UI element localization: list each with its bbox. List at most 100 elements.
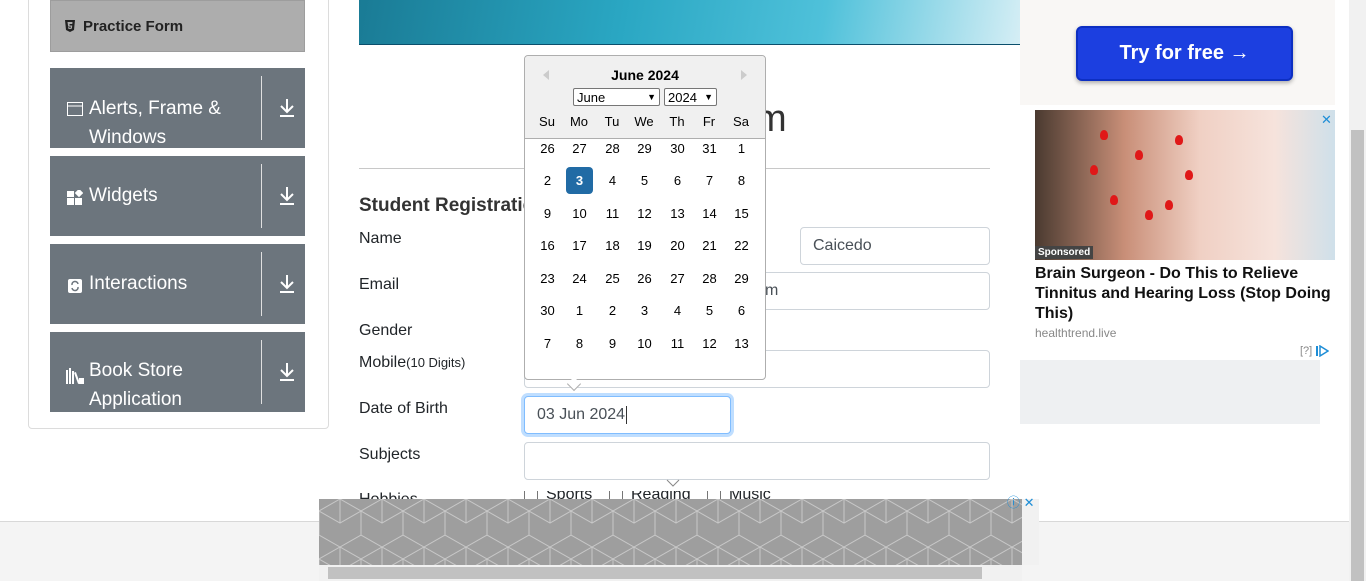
- download-icon[interactable]: [276, 184, 298, 208]
- calendar-day[interactable]: 17: [566, 232, 593, 259]
- download-icon[interactable]: [276, 272, 298, 296]
- sidebar-group-book-store[interactable]: Book Store Application: [50, 332, 305, 412]
- download-icon[interactable]: [276, 96, 298, 120]
- hobby-label: Reading: [631, 491, 691, 499]
- hobby-music[interactable]: Music: [707, 491, 771, 499]
- sidebar-group-interactions[interactable]: Interactions: [50, 244, 305, 324]
- calendar-day[interactable]: 30: [664, 135, 691, 162]
- calendar-day[interactable]: 15: [728, 200, 755, 227]
- calendar-day[interactable]: 13: [664, 200, 691, 227]
- month-select[interactable]: June ▼: [573, 88, 660, 106]
- calendar-day[interactable]: 21: [696, 232, 723, 259]
- hex-pattern: [319, 499, 1022, 565]
- calendar-day[interactable]: 2: [599, 297, 626, 324]
- calendar-day[interactable]: 29: [728, 265, 755, 292]
- calendar-day[interactable]: 27: [664, 265, 691, 292]
- bottom-ad-controls[interactable]: ⓘ ✕: [1007, 492, 1035, 511]
- close-icon[interactable]: ✕: [1024, 495, 1035, 510]
- calendar-day[interactable]: 7: [534, 330, 561, 357]
- dob-value: 03 Jun 2024: [537, 406, 626, 423]
- dob-label: Date of Birth: [359, 400, 448, 417]
- bottom-ad-banner[interactable]: [319, 499, 1022, 565]
- calendar-day[interactable]: 6: [664, 167, 691, 194]
- sidebar-group-alerts[interactable]: Alerts, Frame & Windows: [50, 68, 305, 148]
- mobile-label: Mobile(10 Digits): [359, 354, 465, 372]
- close-icon[interactable]: ✕: [1321, 112, 1332, 128]
- ad-image-mark: [1145, 210, 1153, 220]
- sidebar-item-practice-form[interactable]: Practice Form: [50, 0, 305, 52]
- page-scrollbar-thumb[interactable]: [1351, 130, 1364, 581]
- calendar-day[interactable]: 29: [631, 135, 658, 162]
- calendar-day[interactable]: 5: [631, 167, 658, 194]
- dob-input[interactable]: 03 Jun 2024: [524, 396, 731, 434]
- calendar-day[interactable]: 19: [631, 232, 658, 259]
- calendar-day[interactable]: 8: [566, 330, 593, 357]
- checkbox[interactable]: [524, 491, 538, 499]
- sidebar-group-widgets[interactable]: Widgets: [50, 156, 305, 236]
- calendar-day[interactable]: 14: [696, 200, 723, 227]
- calendar-day[interactable]: 26: [534, 135, 561, 162]
- calendar-day[interactable]: 11: [599, 200, 626, 227]
- hobby-reading[interactable]: Reading: [609, 491, 691, 499]
- calendar-day[interactable]: 31: [696, 135, 723, 162]
- next-month-icon[interactable]: [737, 68, 751, 82]
- calendar-day[interactable]: 6: [728, 297, 755, 324]
- name-label: Name: [359, 230, 402, 247]
- weekday-label: Th: [669, 114, 685, 129]
- calendar-day[interactable]: 3: [566, 167, 593, 194]
- calendar-day[interactable]: 1: [566, 297, 593, 324]
- calendar-day[interactable]: 16: [534, 232, 561, 259]
- checkbox[interactable]: [707, 491, 721, 499]
- checkbox[interactable]: [609, 491, 623, 499]
- weekday-label: We: [634, 114, 654, 129]
- info-icon[interactable]: ⓘ: [1007, 495, 1020, 510]
- calendar-day[interactable]: 28: [696, 265, 723, 292]
- calendar-day[interactable]: 28: [599, 135, 626, 162]
- separator: [261, 252, 262, 316]
- calendar-day[interactable]: 27: [566, 135, 593, 162]
- calendar-day[interactable]: 10: [566, 200, 593, 227]
- hobby-sports[interactable]: Sports: [524, 491, 592, 499]
- ad-choices[interactable]: [?]: [1300, 344, 1330, 358]
- calendar-day[interactable]: 20: [664, 232, 691, 259]
- calendar-day[interactable]: 18: [599, 232, 626, 259]
- calendar-day[interactable]: 9: [599, 330, 626, 357]
- calendar-day[interactable]: 30: [534, 297, 561, 324]
- calendar-day[interactable]: 22: [728, 232, 755, 259]
- download-icon[interactable]: [276, 360, 298, 384]
- calendar-day[interactable]: 11: [664, 330, 691, 357]
- calendar-day[interactable]: 25: [599, 265, 626, 292]
- subjects-label: Subjects: [359, 446, 421, 463]
- ad-domain[interactable]: healthtrend.live: [1035, 326, 1116, 340]
- group-label: Interactions: [89, 273, 188, 294]
- page: Practice Form Alerts, Frame & Windows Wi…: [0, 0, 1366, 581]
- calendar-day[interactable]: 1: [728, 135, 755, 162]
- calendar-day[interactable]: 4: [664, 297, 691, 324]
- calendar-day[interactable]: 2: [534, 167, 561, 194]
- calendar-day[interactable]: 24: [566, 265, 593, 292]
- datepicker-popup: June 2024 June ▼ 2024 ▼ Su Mo Tu We Th Fr Sa 26 2…: [524, 55, 766, 392]
- separator: [261, 76, 262, 140]
- subjects-input[interactable]: [524, 442, 990, 480]
- ad-headline[interactable]: Brain Surgeon - Do This to Relieve Tinni…: [1035, 264, 1335, 324]
- hobby-label: Music: [729, 491, 771, 499]
- ad-image-mark: [1100, 130, 1108, 140]
- calendar-day[interactable]: 12: [696, 330, 723, 357]
- calendar-day[interactable]: 7: [696, 167, 723, 194]
- calendar-day[interactable]: 8: [728, 167, 755, 194]
- calendar-day[interactable]: 5: [696, 297, 723, 324]
- calendar-day[interactable]: 12: [631, 200, 658, 227]
- ad-image[interactable]: [1035, 110, 1335, 260]
- calendar-day[interactable]: 3: [631, 297, 658, 324]
- last-name-input[interactable]: Caicedo: [800, 227, 990, 265]
- calendar-day[interactable]: 10: [631, 330, 658, 357]
- mobile-hint: (10 Digits): [406, 355, 466, 370]
- calendar-day[interactable]: 9: [534, 200, 561, 227]
- calendar-day[interactable]: 26: [631, 265, 658, 292]
- calendar-day[interactable]: 23: [534, 265, 561, 292]
- year-select[interactable]: 2024 ▼: [664, 88, 717, 106]
- calendar-day[interactable]: 4: [599, 167, 626, 194]
- bottom-ad-hscroll-thumb[interactable]: [328, 567, 982, 579]
- calendar-day[interactable]: 13: [728, 330, 755, 357]
- try-for-free-button[interactable]: Try for free →: [1076, 26, 1293, 81]
